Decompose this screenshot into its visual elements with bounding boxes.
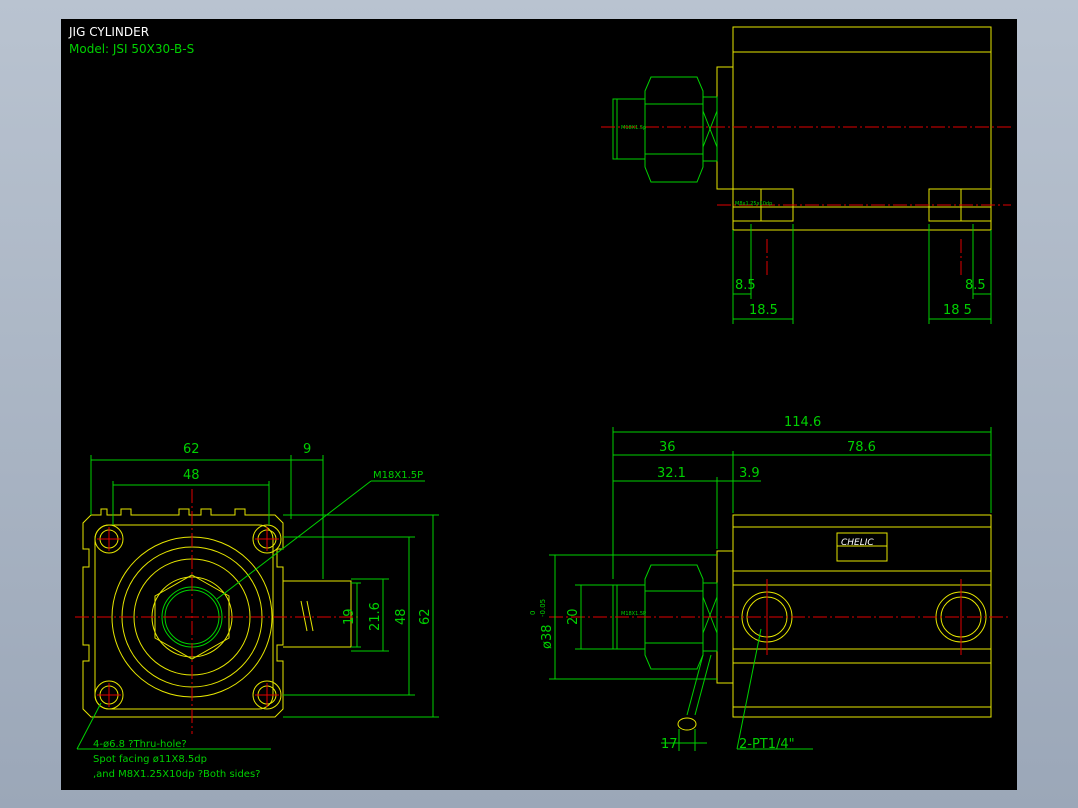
side-rod-label: M18X1.5p bbox=[621, 125, 646, 131]
side-dim-left-big: 18.5 bbox=[749, 303, 778, 318]
top-dim-36: 36 bbox=[659, 440, 676, 455]
front-dim-48-side: 48 bbox=[394, 608, 409, 625]
front-dim-62-top: 62 bbox=[183, 442, 200, 457]
top-dim-17: 17 bbox=[661, 737, 678, 752]
top-port-label: 2-PT1/4" bbox=[739, 737, 795, 752]
side-dim-left-small: 8.5 bbox=[735, 278, 756, 293]
top-dim-3-9: 3.9 bbox=[739, 466, 760, 481]
side-view: M18X1.5p M8x1.25x10dp 8.5 18.5 8.5 18 5 bbox=[601, 26, 1011, 324]
top-view: CHELIC M18X1.5P 114.6 36 78.6 32.1 3.9 2… bbox=[529, 415, 1011, 752]
drawing-title: JIG CYLINDER bbox=[68, 25, 149, 39]
front-note-line1: 4-ø6.8 ?Thru-hole? bbox=[93, 739, 187, 750]
drawing-canvas: JIG CYLINDER Model: JSI 50X30-B-S M18X1.… bbox=[61, 19, 1017, 790]
top-tol-lower: -0.05 bbox=[539, 599, 547, 617]
front-dim-21-6: 21.6 bbox=[368, 602, 383, 631]
side-dim-right-big: 18 5 bbox=[943, 303, 972, 318]
top-rod-label: M18X1.5P bbox=[621, 611, 646, 617]
drawing-model: Model: JSI 50X30-B-S bbox=[69, 42, 194, 56]
side-dim-right-small: 8.5 bbox=[965, 278, 986, 293]
front-thread-label: M18X1.5P bbox=[373, 470, 423, 481]
front-dim-62-side: 62 bbox=[418, 608, 433, 625]
front-view: 62 48 9 M18X1.5P 19 21.6 48 62 4-ø6.8 ?T… bbox=[75, 442, 439, 780]
top-dim-total: 114.6 bbox=[784, 415, 821, 430]
brand-label: CHELIC bbox=[841, 538, 874, 548]
side-bolt-label: M8x1.25x10dp bbox=[735, 201, 772, 207]
top-dim-20: 20 bbox=[566, 608, 581, 625]
side-view-flange bbox=[716, 66, 734, 190]
top-dim-78-6: 78.6 bbox=[847, 440, 876, 455]
front-dim-19: 19 bbox=[342, 608, 357, 625]
top-dim-32-1: 32.1 bbox=[657, 466, 686, 481]
front-dim-9: 9 bbox=[303, 442, 311, 457]
side-view-body bbox=[732, 26, 992, 231]
top-tol-upper: 0 bbox=[529, 611, 537, 615]
front-note-line2: Spot facing ø11X8.5dp bbox=[93, 754, 207, 765]
cad-drawing: JIG CYLINDER Model: JSI 50X30-B-S M18X1.… bbox=[68, 25, 1011, 780]
top-dim-dia38: ø38 bbox=[540, 625, 555, 650]
front-note-line3: ,and M8X1.25X10dp ?Both sides? bbox=[93, 769, 260, 780]
front-dim-48-top: 48 bbox=[183, 468, 200, 483]
